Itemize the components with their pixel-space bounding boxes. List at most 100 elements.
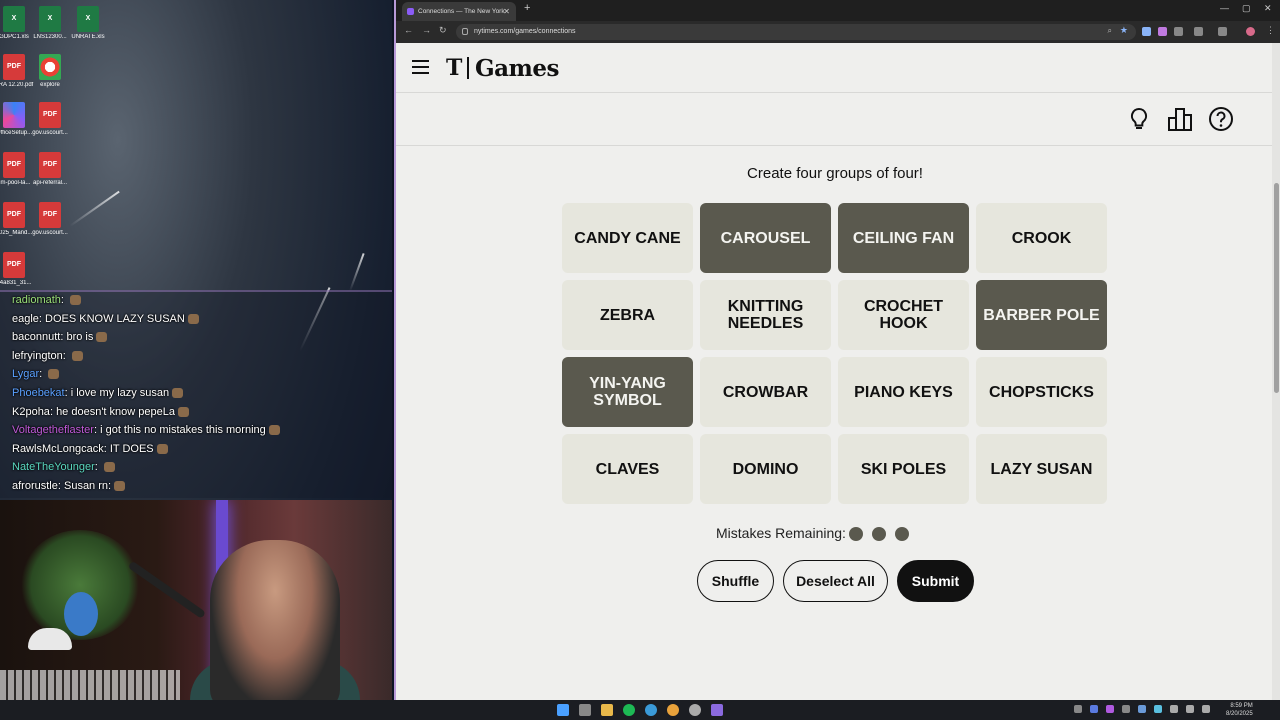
word-tile[interactable]: DOMINO [700,434,831,504]
zoom-icon[interactable]: ⌕ [1108,26,1112,36]
close-window-icon[interactable]: ✕ [1264,3,1272,14]
chat-text: bro is [66,331,94,344]
extension-icon[interactable] [1158,27,1167,36]
desktop-icon[interactable]: PDF gov.uscourt... [30,202,70,237]
desktop-icon[interactable]: PDF tim-pool-la... [0,152,34,187]
emote-icon [172,388,184,399]
word-tile[interactable]: CHOPSTICKS [976,357,1107,427]
close-tab-icon[interactable]: ✕ [503,2,510,21]
desktop-icon[interactable]: PDF gov.uscourt... [30,102,70,137]
word-tile[interactable]: CAROUSEL [700,203,831,273]
start-icon[interactable] [557,704,569,716]
shuffle-button[interactable]: Shuffle [697,560,774,602]
chat-username[interactable]: Lygar [12,368,39,380]
tab-connections[interactable]: Connections — The New York ✕ [402,2,516,21]
word-tile[interactable]: CLAVES [562,434,693,504]
word-tile[interactable]: CEILING FAN [838,203,969,273]
task-view-icon[interactable] [579,704,591,716]
edge-icon[interactable] [645,704,657,716]
chat-username[interactable]: Phoebekat [12,387,65,399]
forward-icon[interactable]: → [422,25,431,35]
tray-app-icon[interactable] [1090,705,1098,713]
pdf-file-icon: PDF [3,54,25,80]
tray-app-icon[interactable] [1106,705,1114,713]
nyt-t-logo[interactable]: T [446,55,462,81]
side-panel-icon[interactable] [1218,27,1227,36]
chat-message: baconnutt: bro is [12,331,108,344]
extension-icon[interactable] [1174,27,1183,36]
chat-username[interactable]: radiomath [12,294,61,306]
desktop-icon[interactable]: PDF ARA 12.20.pdf [0,54,34,89]
chrome-icon[interactable] [667,704,679,716]
chat-username[interactable]: K2poha [12,406,50,418]
back-icon[interactable]: ← [404,25,413,35]
new-tab-icon[interactable]: + [524,2,530,14]
desktop-icon-label: GDPC1.xls [0,34,29,40]
desktop-icon[interactable]: X UNRATE.xls [68,6,108,41]
reload-icon[interactable]: ↻ [439,25,447,36]
tray-app-icon[interactable] [1154,705,1162,713]
word-tile[interactable]: PIANO KEYS [838,357,969,427]
tray-chevron-icon[interactable] [1074,705,1082,713]
desktop-icon[interactable]: X LNS12300... [30,6,70,41]
word-tile[interactable]: CROOK [976,203,1107,273]
page-scrollbar[interactable] [1272,43,1280,700]
scrollbar-thumb[interactable] [1274,183,1279,393]
word-tile[interactable]: BARBER POLE [976,280,1107,350]
leaderboard-icon[interactable] [1167,106,1193,132]
desktop-icon[interactable]: PDF api-referral... [30,152,70,187]
browser-window: Connections — The New York ✕ + — ▢ ✕ ← →… [394,0,1280,700]
wifi-icon[interactable] [1186,705,1194,713]
chat-message: lefryington: [12,350,83,362]
word-tile[interactable]: CROCHET HOOK [838,280,969,350]
desktop-icon[interactable]: OfficeSetup... [0,102,34,137]
deselect-all-button[interactable]: Deselect All [783,560,888,602]
chat-username[interactable]: Voltagetheflaster [12,424,94,436]
desktop-icon[interactable]: explore [30,54,70,89]
games-wordmark[interactable]: Games [475,55,559,82]
word-tile[interactable]: KNITTING NEEDLES [700,280,831,350]
extension-icon[interactable] [1142,27,1151,36]
chat-username[interactable]: baconnutt [12,331,60,343]
desktop-icon[interactable]: X GDPC1.xls [0,6,34,41]
desktop-icon[interactable]: PDF 24a831_31... [0,252,34,287]
site-info-icon[interactable] [462,28,468,35]
tray-app-icon[interactable] [1138,705,1146,713]
mistake-dot [849,527,863,541]
word-tile[interactable]: LAZY SUSAN [976,434,1107,504]
desktop-icon[interactable]: PDF 2025_Mand... [0,202,34,237]
minimize-icon[interactable]: — [1220,3,1229,13]
extensions-puzzle-icon[interactable] [1194,27,1203,36]
submit-button[interactable]: Submit [897,560,974,602]
address-bar[interactable]: nytimes.com/games/connections ⌕ ★ [456,24,1136,40]
hamburger-menu-icon[interactable] [412,60,429,74]
word-tile[interactable]: ZEBRA [562,280,693,350]
chat-username[interactable]: RawlsMcLongcack [12,443,104,455]
chat-username[interactable]: NateTheYounger [12,461,95,473]
word-tile[interactable]: YIN-YANG SYMBOL [562,357,693,427]
network-icon[interactable] [1170,705,1178,713]
word-tile[interactable]: CANDY CANE [562,203,693,273]
bookmark-star-icon[interactable]: ★ [1120,25,1128,36]
chat-username[interactable]: afrorustle [12,480,58,492]
browser-menu-icon[interactable]: ⋮ [1266,25,1275,36]
maximize-icon[interactable]: ▢ [1242,3,1251,14]
file-explorer-icon[interactable] [601,704,613,716]
profile-avatar[interactable] [1246,27,1255,36]
volume-icon[interactable] [1202,705,1210,713]
app-icon[interactable] [689,704,701,716]
emote-icon [268,425,280,436]
chat-text: DOES KNOW LAZY SUSAN [45,312,185,325]
system-clock[interactable]: 8:59 PM 8/20/2025 [1226,702,1253,718]
chat-username[interactable]: lefryington [12,350,63,362]
lightbulb-icon[interactable] [1126,106,1152,132]
xls-file-icon: X [77,6,99,32]
obs-icon[interactable] [711,704,723,716]
chat-message: Phoebekat: i love my lazy susan [12,387,184,399]
tray-app-icon[interactable] [1122,705,1130,713]
word-tile[interactable]: CROWBAR [700,357,831,427]
help-icon[interactable] [1208,106,1234,132]
word-tile[interactable]: SKI POLES [838,434,969,504]
spotify-icon[interactable] [623,704,635,716]
chat-username[interactable]: eagle [12,313,39,325]
